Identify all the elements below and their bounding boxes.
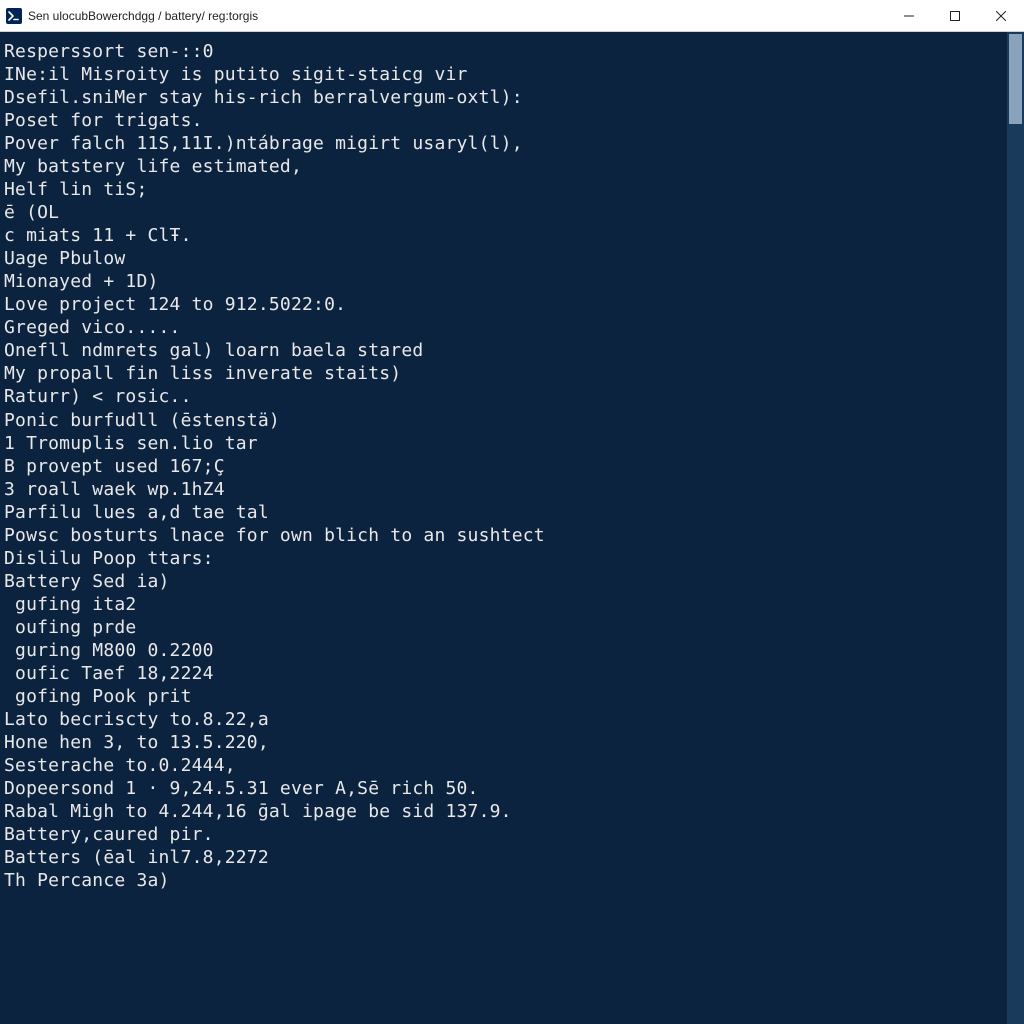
terminal-line: c miats 11 + ClŦ. xyxy=(4,224,1001,247)
terminal-line: Uage Pbulow xyxy=(4,247,1001,270)
terminal-line: Sesterache to.0.2444, xyxy=(4,754,1001,777)
title-bar[interactable]: Sen ulocubBowerchdgg / battery/ reg:torg… xyxy=(0,0,1024,32)
terminal-line: oufic Taef 18,2224 xyxy=(4,662,1001,685)
terminal-line: 1 Tromuplis sen.lio tar xyxy=(4,432,1001,455)
terminal-line: gofing Pook prit xyxy=(4,685,1001,708)
terminal-line: Rabal Migh to 4.244,16 ḡal ipage be sid … xyxy=(4,800,1001,823)
terminal-line: Parfilu lues a,d tae tal xyxy=(4,501,1001,524)
terminal-line: 3 roall waek wp.1hZ4 xyxy=(4,478,1001,501)
terminal-line: Greged vico..... xyxy=(4,316,1001,339)
terminal-line: Raturr) < rosic.. xyxy=(4,385,1001,408)
terminal-output[interactable]: Resperssort sen-::0INe:il Misroity is pu… xyxy=(0,32,1007,1024)
terminal-line: Mionayed + 1D) xyxy=(4,270,1001,293)
terminal-line: ē (OL xyxy=(4,201,1001,224)
terminal-line: My batstery life estimated, xyxy=(4,155,1001,178)
terminal-line: Th Percance 3a) xyxy=(4,869,1001,892)
terminal-line: Ponic burfudll (ēstenstä) xyxy=(4,409,1001,432)
terminal-line: Dsefil.sniMer stay his-rich berralvergum… xyxy=(4,86,1001,109)
terminal-line: gufing ita2 xyxy=(4,593,1001,616)
terminal-line: Battery,caured pir. xyxy=(4,823,1001,846)
terminal-line: Love project 124 to 912.5022:0. xyxy=(4,293,1001,316)
terminal-line: INe:il Misroity is putito sigit-staicg v… xyxy=(4,63,1001,86)
terminal-line: B provept used 167;Ç xyxy=(4,455,1001,478)
close-button[interactable] xyxy=(978,0,1024,31)
terminal-line: Helf lin tiS; xyxy=(4,178,1001,201)
title-left: Sen ulocubBowerchdgg / battery/ reg:torg… xyxy=(6,8,258,24)
terminal-line: Hone hen 3, to 13.5.220, xyxy=(4,731,1001,754)
terminal-line: Onefll ndmrets gal) loarn baela stared xyxy=(4,339,1001,362)
terminal-line: Batters (ēal inl7.8,2272 xyxy=(4,846,1001,869)
body-area: Resperssort sen-::0INe:il Misroity is pu… xyxy=(0,32,1024,1024)
terminal-line: Lato becriscty to.8.22,a xyxy=(4,708,1001,731)
vertical-scrollbar[interactable] xyxy=(1007,32,1024,1024)
terminal-line: Dislilu Poop ttars: xyxy=(4,547,1001,570)
minimize-button[interactable] xyxy=(886,0,932,31)
window-controls xyxy=(886,0,1024,31)
terminal-line: Dopeersond 1 · 9,24.5.31 ever A,Sē rich … xyxy=(4,777,1001,800)
terminal-line: oufing prde xyxy=(4,616,1001,639)
terminal-line: guring M800 0.2200 xyxy=(4,639,1001,662)
terminal-window: Sen ulocubBowerchdgg / battery/ reg:torg… xyxy=(0,0,1024,1024)
powershell-icon xyxy=(6,8,22,24)
terminal-line: Pover falch 11S,11I.)ntábrage migirt usa… xyxy=(4,132,1001,155)
terminal-line: Powsc bosturts lnace for own blich to an… xyxy=(4,524,1001,547)
terminal-line: Poset for trigats. xyxy=(4,109,1001,132)
window-title: Sen ulocubBowerchdgg / battery/ reg:torg… xyxy=(28,9,258,23)
scroll-thumb[interactable] xyxy=(1009,34,1022,124)
terminal-line: Battery Sed ia) xyxy=(4,570,1001,593)
maximize-button[interactable] xyxy=(932,0,978,31)
terminal-line: Resperssort sen-::0 xyxy=(4,40,1001,63)
terminal-line: My propall fin liss inverate staits) xyxy=(4,362,1001,385)
